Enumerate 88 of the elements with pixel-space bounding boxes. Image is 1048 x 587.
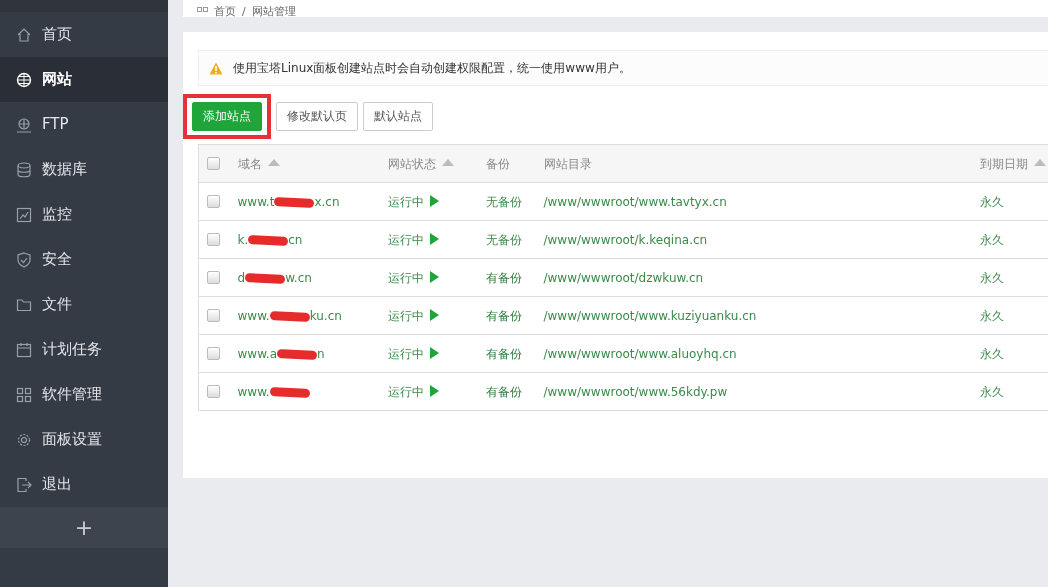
- domain-link[interactable]: k.: [237, 232, 249, 247]
- sidebar-item[interactable]: 监控: [0, 192, 168, 237]
- sidebar-item[interactable]: 数据库: [0, 147, 168, 192]
- calendar-icon: [16, 341, 32, 358]
- expiry-text: 永久: [979, 232, 1004, 247]
- exit-icon: [16, 476, 32, 493]
- grid-icon: [16, 386, 32, 403]
- domain-link[interactable]: d: [237, 270, 246, 285]
- redaction-mark: [248, 234, 289, 246]
- globe-icon: [16, 116, 32, 133]
- directory-link[interactable]: /www/wwwroot/k.keqina.cn: [543, 232, 708, 247]
- folder-icon: [16, 296, 32, 313]
- select-all-checkbox[interactable]: [207, 157, 220, 170]
- redaction-mark: [269, 386, 310, 398]
- sidebar-item[interactable]: 计划任务: [0, 327, 168, 372]
- domain-link[interactable]: www.t: [237, 194, 275, 209]
- domain-link[interactable]: cn: [288, 232, 303, 247]
- add-site-button[interactable]: 添加站点: [192, 102, 262, 131]
- backup-link[interactable]: 有备份: [485, 308, 522, 323]
- row-checkbox[interactable]: [207, 385, 220, 398]
- button[interactable]: 修改默认页: [276, 102, 358, 131]
- backup-link[interactable]: 无备份: [485, 194, 522, 209]
- domain-link[interactable]: www.: [237, 308, 270, 323]
- play-icon: [429, 308, 439, 321]
- redaction-mark: [244, 272, 286, 284]
- row-checkbox[interactable]: [207, 195, 220, 208]
- sidebar-item[interactable]: 面板设置: [0, 417, 168, 462]
- expiry-text: 永久: [979, 270, 1004, 285]
- domain-link[interactable]: x.cn: [314, 194, 340, 209]
- domain-link[interactable]: ku.cn: [309, 308, 342, 323]
- notice-text: 使用宝塔Linux面板创建站点时会自动创建权限配置，统一使用www用户。: [233, 60, 631, 77]
- column-header: 网站目录: [543, 156, 592, 171]
- status-link[interactable]: 运行中: [387, 346, 424, 361]
- domain-link[interactable]: www.: [237, 384, 270, 399]
- directory-link[interactable]: /www/wwwroot/www.kuziyuanku.cn: [543, 308, 757, 323]
- sidebar-item[interactable]: 首页: [0, 12, 168, 57]
- row-checkbox[interactable]: [207, 309, 220, 322]
- directory-link[interactable]: /www/wwwroot/dzwkuw.cn: [543, 270, 704, 285]
- expiry-text: 永久: [979, 308, 1004, 323]
- add-menu-button[interactable]: +: [0, 507, 168, 548]
- status-link[interactable]: 运行中: [387, 384, 424, 399]
- backup-link[interactable]: 有备份: [485, 346, 522, 361]
- breadcrumb-separator: /: [242, 6, 246, 17]
- status-link[interactable]: 运行中: [387, 270, 424, 285]
- directory-link[interactable]: /www/wwwroot/www.tavtyx.cn: [543, 194, 727, 209]
- play-icon: [429, 270, 439, 283]
- sidebar-item[interactable]: 软件管理: [0, 372, 168, 417]
- expiry-text: 永久: [979, 346, 1004, 361]
- status-link[interactable]: 运行中: [387, 194, 424, 209]
- play-icon: [429, 232, 439, 245]
- domain-link[interactable]: w.cn: [285, 270, 312, 285]
- shield-icon: [16, 251, 32, 268]
- row-checkbox[interactable]: [207, 271, 220, 284]
- redaction-mark: [269, 310, 310, 322]
- column-header[interactable]: 域名: [237, 156, 280, 171]
- backup-link[interactable]: 无备份: [485, 232, 522, 247]
- home-icon: [16, 26, 32, 43]
- row-checkbox[interactable]: [207, 233, 220, 246]
- expiry-text: 永久: [979, 194, 1004, 209]
- sidebar-item[interactable]: 网站: [0, 57, 168, 102]
- directory-link[interactable]: /www/wwwroot/www.56kdy.pw: [543, 384, 728, 399]
- sidebar-item[interactable]: 文件: [0, 282, 168, 327]
- domain-link[interactable]: n: [317, 346, 325, 361]
- sidebar-item[interactable]: 退出: [0, 462, 168, 507]
- warning-icon: [209, 61, 223, 75]
- play-icon: [429, 194, 439, 207]
- chart-icon: [16, 206, 32, 223]
- play-icon: [429, 384, 439, 397]
- row-checkbox[interactable]: [207, 347, 220, 360]
- expiry-text: 永久: [979, 384, 1004, 399]
- globe-icon: [16, 71, 32, 88]
- status-link[interactable]: 运行中: [387, 232, 424, 247]
- status-link[interactable]: 运行中: [387, 308, 424, 323]
- backup-link[interactable]: 有备份: [485, 384, 522, 399]
- backup-link[interactable]: 有备份: [485, 270, 522, 285]
- directory-link[interactable]: /www/wwwroot/www.aluoyhq.cn: [543, 346, 737, 361]
- button[interactable]: 默认站点: [363, 102, 433, 131]
- settings-icon: [16, 431, 32, 448]
- sidebar-item[interactable]: 安全: [0, 237, 168, 282]
- database-icon: [16, 161, 32, 178]
- breadcrumb-link[interactable]: 首页: [214, 6, 236, 17]
- column-header: 备份: [485, 156, 510, 171]
- redaction-mark: [276, 348, 318, 360]
- breadcrumb-current: 网站管理: [251, 6, 296, 17]
- redaction-mark: [274, 196, 315, 208]
- play-icon: [429, 346, 439, 359]
- domain-link[interactable]: www.a: [237, 346, 277, 361]
- sidebar-item[interactable]: FTP: [0, 102, 168, 147]
